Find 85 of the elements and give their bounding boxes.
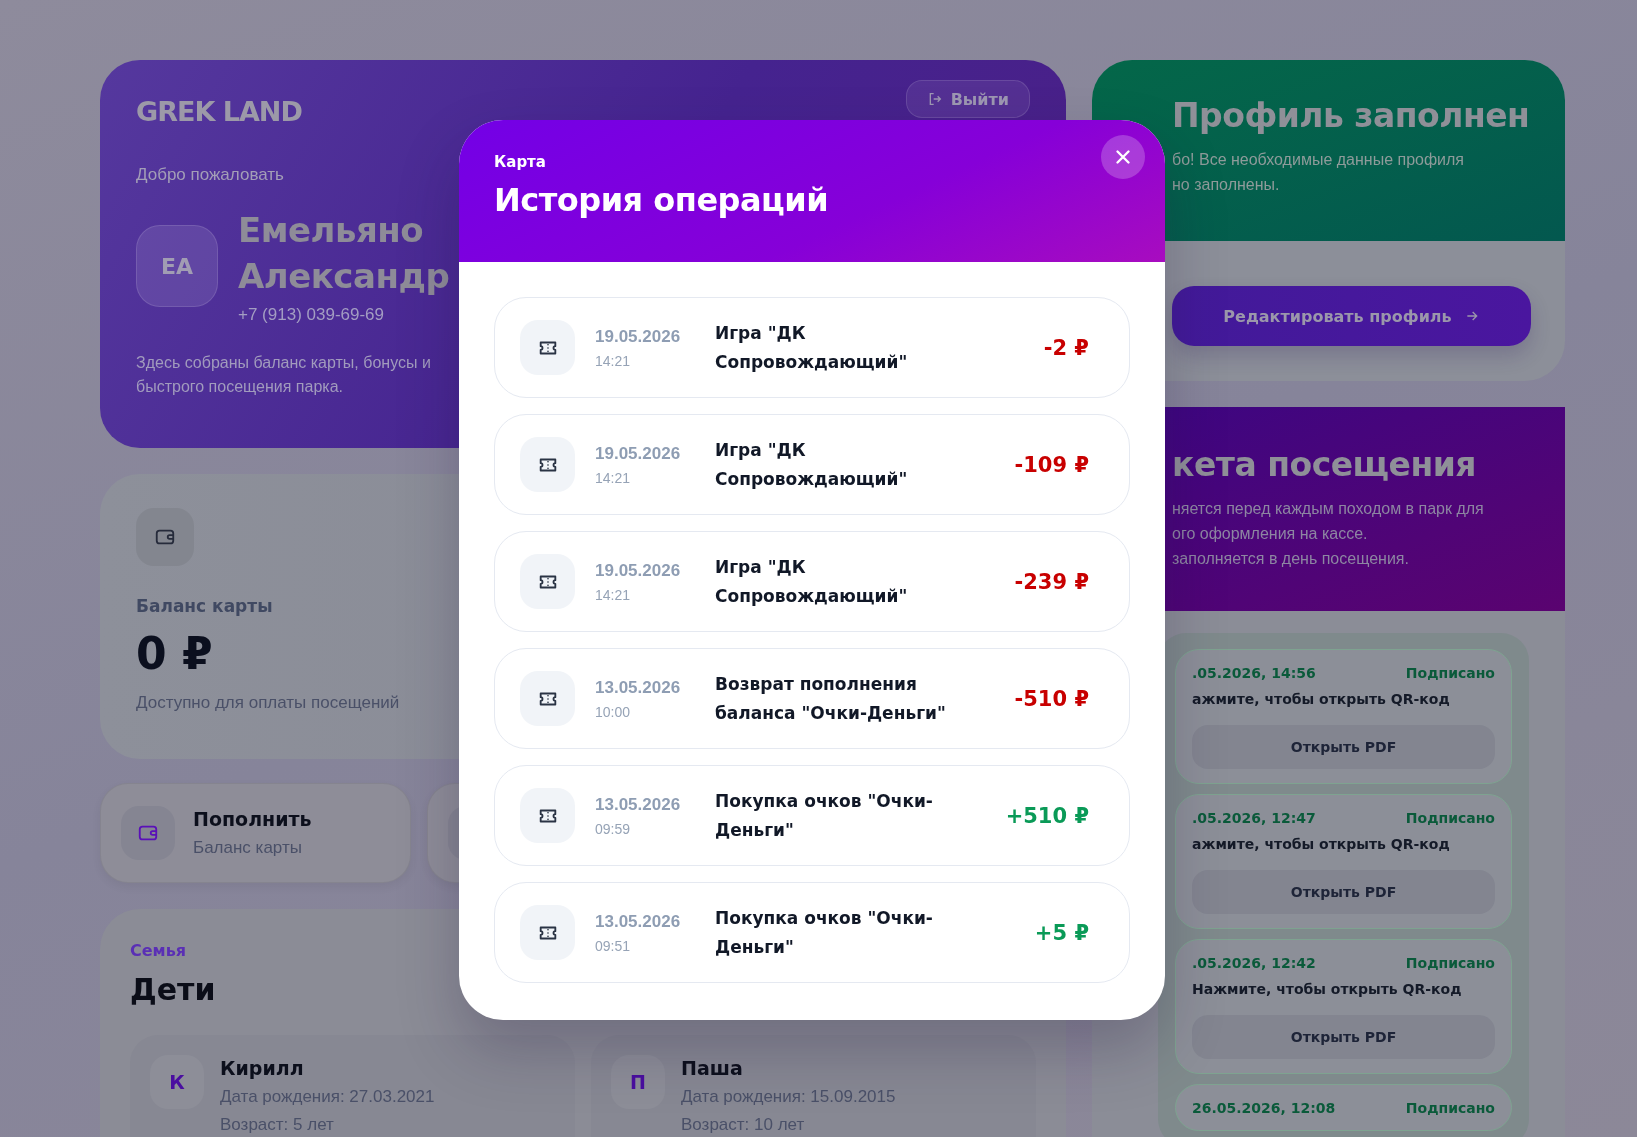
birth-date: Дата рождения: 27.03.2021 <box>220 1087 435 1107</box>
operation-title: Покупка очков "Очки-Деньги" <box>715 906 934 959</box>
operation-amount: -2 ₽ <box>1043 335 1089 360</box>
operation-time: 14:21 <box>595 586 631 603</box>
welcome-text: Добро пожаловать <box>136 165 284 185</box>
operation-amount: +5 ₽ <box>1034 920 1089 945</box>
balance-label: Баланс карты <box>136 596 273 616</box>
child-initial: П <box>611 1055 665 1109</box>
open-pdf-button[interactable]: Открыть PDF <box>1192 870 1495 914</box>
intro-text: быстрого посещения парка. <box>136 377 343 397</box>
operation-title: Возврат пополнения баланса "Очки-Деньги" <box>715 672 947 725</box>
phone-number: +7 (913) 039-69-69 <box>238 305 385 325</box>
action-title: Пополнить <box>193 808 312 830</box>
section-label: Семья <box>130 941 187 960</box>
close-button[interactable] <box>1101 135 1145 179</box>
operation-date: 13.05.2026 <box>595 911 681 932</box>
user-name: Александр <box>238 255 450 298</box>
form-datetime: .05.2026, 14:56 <box>1192 665 1316 681</box>
child-initial: К <box>150 1055 204 1109</box>
operation-row[interactable]: 13.05.2026 09:59 Покупка очков "Очки-Деньги" +510 ₽ <box>494 765 1130 866</box>
card-text: бо! Все необходимые данные профиля <box>1172 150 1465 170</box>
top-up-card[interactable]: Пополнить Баланс карты <box>100 783 411 883</box>
status-label: Подписано <box>1405 810 1495 826</box>
form-datetime: .05.2026, 12:47 <box>1192 810 1316 826</box>
logout-button[interactable]: Выйти <box>905 80 1030 118</box>
operation-amount: -510 ₽ <box>1014 686 1089 711</box>
operation-time: 14:21 <box>595 469 631 486</box>
qr-hint: ажмите, чтобы открыть QR-код <box>1192 691 1450 707</box>
birth-date: Дата рождения: 15.09.2015 <box>681 1087 896 1107</box>
operation-date: 13.05.2026 <box>595 677 681 698</box>
operation-date: 13.05.2026 <box>595 794 681 815</box>
form-datetime: 26.05.2026, 12:08 <box>1192 1100 1336 1116</box>
card-title: Профиль заполнен <box>1172 96 1530 135</box>
status-label: Подписано <box>1405 665 1495 681</box>
child-card[interactable]: К Кирилл Дата рождения: 27.03.2021 Возраст: 5 лет <box>130 1035 575 1137</box>
status-label: Подписано <box>1405 1100 1495 1116</box>
open-pdf-button[interactable]: Открыть PDF <box>1192 1015 1495 1059</box>
operation-amount: -109 ₽ <box>1014 452 1089 477</box>
operation-time: 09:51 <box>595 937 631 954</box>
operation-row[interactable]: 13.05.2026 10:00 Возврат пополнения баланса "Очки-Деньги" -510 ₽ <box>494 648 1130 749</box>
status-label: Подписано <box>1405 955 1495 971</box>
operation-row[interactable]: 19.05.2026 14:21 Игра "ДК Сопровождающий" -2 ₽ <box>494 297 1130 398</box>
form-datetime: .05.2026, 12:42 <box>1192 955 1316 971</box>
operation-title: Игра "ДК Сопровождающий" <box>715 438 909 491</box>
child-card[interactable]: П Паша Дата рождения: 15.09.2015 Возраст: 10 лет <box>591 1035 1036 1137</box>
operation-title: Игра "ДК Сопровождающий" <box>715 555 909 608</box>
card-text: заполняется в день посещения. <box>1172 549 1409 569</box>
operation-date: 19.05.2026 <box>595 560 681 581</box>
operation-time: 09:59 <box>595 820 631 837</box>
form-card[interactable]: .05.2026, 12:47 Подписано ажмите, чтобы открыть QR-код Открыть PDF <box>1175 794 1512 929</box>
child-age: Возраст: 10 лет <box>681 1115 805 1135</box>
balance-amount: 0 ₽ <box>136 628 213 679</box>
open-pdf-button[interactable]: Открыть PDF <box>1192 725 1495 769</box>
operation-title: Покупка очков "Очки-Деньги" <box>715 789 934 842</box>
operation-time: 14:21 <box>595 352 631 369</box>
operation-date: 19.05.2026 <box>595 443 681 464</box>
card-text: но заполнены. <box>1172 175 1280 195</box>
intro-text: Здесь собраны баланс карты, бонусы и <box>136 353 431 373</box>
operation-amount: -239 ₽ <box>1014 569 1089 594</box>
qr-hint: Нажмите, чтобы открыть QR-код <box>1192 981 1462 997</box>
operation-time: 10:00 <box>595 703 631 720</box>
section-title: Дети <box>130 972 216 1007</box>
logo: GREK LAND <box>136 96 302 127</box>
qr-hint: ажмите, чтобы открыть QR-код <box>1192 836 1450 852</box>
dialog-label: Карта <box>494 153 546 171</box>
operation-title: Игра "ДК Сопровождающий" <box>715 321 909 374</box>
card-text: ого оформления на кассе. <box>1172 524 1368 544</box>
child-name: Кирилл <box>220 1057 304 1079</box>
operation-row[interactable]: 13.05.2026 09:51 Покупка очков "Очки-Деньги" +5 ₽ <box>494 882 1130 983</box>
avatar: EA <box>136 225 218 307</box>
child-name: Паша <box>681 1057 743 1079</box>
balance-note: Доступно для оплаты посещений <box>136 693 400 713</box>
operation-row[interactable]: 19.05.2026 14:21 Игра "ДК Сопровождающий" -109 ₽ <box>494 414 1130 515</box>
operation-amount: +510 ₽ <box>1005 803 1089 828</box>
card-text: няется перед каждым походом в парк для <box>1172 499 1484 519</box>
child-age: Возраст: 5 лет <box>220 1115 334 1135</box>
edit-profile-button[interactable]: Редактировать профиль <box>1172 286 1531 346</box>
dialog-title: История операций <box>494 181 829 219</box>
form-card[interactable]: .05.2026, 12:42 Подписано Нажмите, чтобы открыть QR-код Открыть PDF <box>1175 939 1512 1074</box>
user-name: Емельяно <box>238 209 424 252</box>
operation-row[interactable]: 19.05.2026 14:21 Игра "ДК Сопровождающий" -239 ₽ <box>494 531 1130 632</box>
card-title: кета посещения <box>1172 445 1477 484</box>
form-card[interactable]: .05.2026, 14:56 Подписано ажмите, чтобы открыть QR-код Открыть PDF <box>1175 649 1512 784</box>
operation-date: 19.05.2026 <box>595 326 681 347</box>
action-subtitle: Баланс карты <box>193 838 302 858</box>
